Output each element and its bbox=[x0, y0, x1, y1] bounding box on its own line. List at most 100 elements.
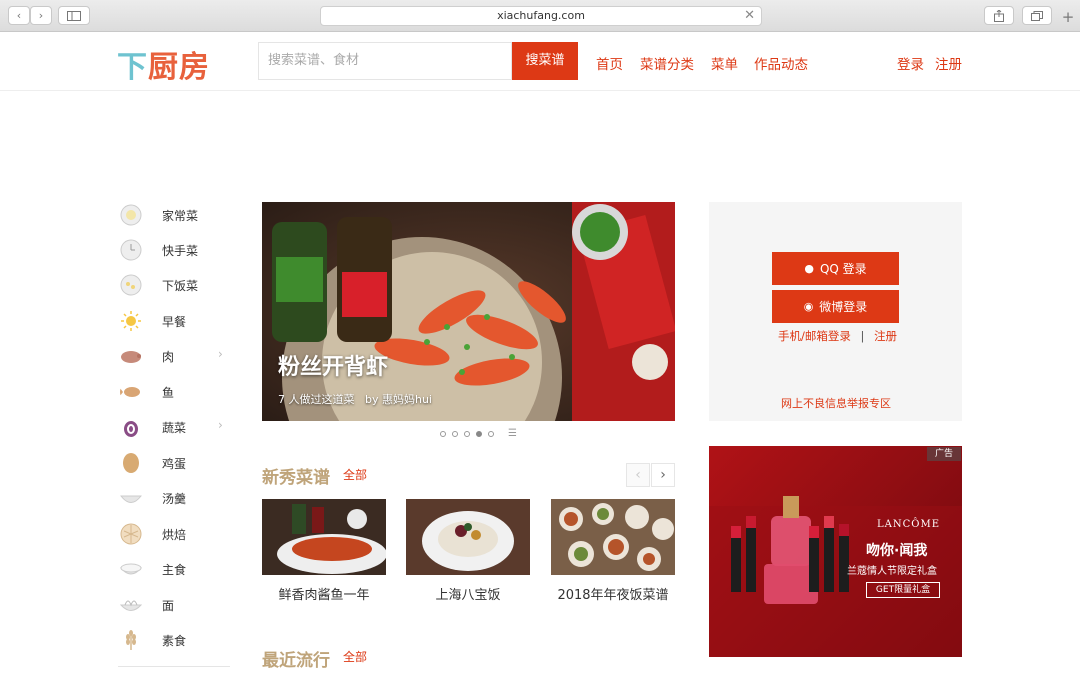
next-button[interactable]: › bbox=[651, 463, 675, 487]
nav-menus[interactable]: 菜单 bbox=[711, 53, 738, 73]
new-recipes-title: 新秀菜谱 bbox=[262, 468, 330, 488]
sidebar-item-label: 蔬菜 bbox=[162, 420, 187, 435]
pig-icon bbox=[121, 351, 141, 363]
soup-icon bbox=[120, 495, 142, 503]
list-icon[interactable]: ☰ bbox=[508, 428, 517, 439]
login-link[interactable]: 登录 bbox=[897, 53, 924, 73]
sidebar-item-eggs[interactable]: 鸡蛋 bbox=[120, 451, 230, 475]
sidebar-item-label: 汤羹 bbox=[162, 491, 187, 506]
sidebar-item-baking[interactable]: 烘焙 bbox=[120, 522, 230, 546]
sidebar-item-home-cooking[interactable]: 家常菜 bbox=[120, 203, 230, 227]
sidebar-item-label: 家常菜 bbox=[162, 208, 199, 223]
sidebar-item-label: 主食 bbox=[162, 562, 187, 577]
hero-banner[interactable] bbox=[262, 202, 675, 421]
sidebar-item-soup[interactable]: 汤羹 bbox=[120, 486, 230, 510]
share-button[interactable] bbox=[984, 6, 1014, 25]
sidebar-item-label: 早餐 bbox=[162, 314, 187, 329]
plate-icon bbox=[120, 204, 142, 226]
pie-icon bbox=[120, 523, 142, 545]
chevron-left-icon: ‹ bbox=[16, 9, 22, 22]
recipe-card-image[interactable] bbox=[551, 499, 675, 575]
hero-title[interactable]: 粉丝开背虾 bbox=[278, 349, 388, 381]
logo-char-3: 房 bbox=[179, 50, 210, 85]
qq-login-button[interactable]: ● QQ 登录 bbox=[772, 252, 899, 285]
forward-button[interactable]: › bbox=[30, 6, 52, 25]
search-input[interactable]: 搜索菜谱、食材 bbox=[258, 42, 512, 80]
ad-subline: 兰蔻情人节限定礼盒 bbox=[847, 566, 937, 577]
sidebar-item-quick[interactable]: 快手菜 bbox=[120, 238, 230, 262]
logo-char-1: 下 bbox=[117, 50, 148, 85]
sidebar-item-vegetables[interactable]: 蔬菜 › bbox=[120, 415, 230, 439]
new-recipes-all-link[interactable]: 全部 bbox=[343, 466, 367, 483]
phone-email-login-link[interactable]: 手机/邮箱登录 bbox=[778, 329, 851, 343]
sidebar-icon bbox=[67, 10, 81, 21]
nav-categories[interactable]: 菜谱分类 bbox=[640, 53, 694, 73]
egg-icon bbox=[123, 453, 139, 473]
sidebar-item-breakfast[interactable]: 早餐 bbox=[120, 309, 230, 333]
rice-icon bbox=[120, 563, 142, 575]
sidebar-divider bbox=[118, 666, 230, 667]
sidebar-item-noodles[interactable]: 面 bbox=[120, 593, 230, 617]
weibo-icon: ◉ bbox=[803, 300, 814, 313]
trending-title: 最近流行 bbox=[262, 651, 330, 671]
carousel-dot[interactable] bbox=[452, 430, 458, 437]
chevron-right-icon: › bbox=[218, 418, 223, 432]
tabs-icon bbox=[1031, 10, 1043, 21]
fish-icon bbox=[120, 387, 140, 397]
onion-icon bbox=[124, 421, 138, 437]
sidebar-item-label: 肉 bbox=[162, 349, 175, 364]
recipe-photo bbox=[406, 499, 530, 575]
panel-register-link[interactable]: 注册 bbox=[874, 329, 897, 343]
sidebar-item-label: 鱼 bbox=[162, 385, 175, 400]
hero-made-count: 7 人做过这道菜 bbox=[278, 393, 355, 406]
sidebar-item-fish[interactable]: 鱼 bbox=[120, 380, 230, 404]
back-button[interactable]: ‹ bbox=[8, 6, 30, 25]
report-link[interactable]: 网上不良信息举报专区 bbox=[781, 395, 891, 411]
sidebar-item-label: 鸡蛋 bbox=[162, 456, 187, 471]
prev-button[interactable]: ‹ bbox=[626, 463, 650, 487]
x-icon[interactable]: ✕ bbox=[744, 7, 755, 25]
clock-icon bbox=[120, 239, 142, 261]
sidebar-toggle-button[interactable] bbox=[58, 6, 90, 25]
recipe-photo bbox=[551, 499, 675, 575]
weibo-login-button[interactable]: ◉ 微博登录 bbox=[772, 290, 899, 323]
ad-cta-button[interactable]: GET限量礼盒 bbox=[866, 582, 940, 598]
carousel-dot-active[interactable] bbox=[476, 430, 482, 437]
sidebar-item-label: 素食 bbox=[162, 633, 187, 648]
sidebar-item-vegetarian[interactable]: 素食 bbox=[120, 628, 230, 652]
tabs-button[interactable] bbox=[1022, 6, 1052, 25]
recipe-card-image[interactable] bbox=[406, 499, 530, 575]
sidebar-item-label: 快手菜 bbox=[162, 243, 199, 258]
search-button[interactable]: 搜菜谱 bbox=[512, 42, 578, 80]
carousel-dot[interactable] bbox=[440, 430, 446, 437]
address-bar[interactable]: xiachufang.com ✕ bbox=[320, 6, 762, 26]
separator: | bbox=[860, 329, 865, 343]
sidebar-item-meat[interactable]: 肉 › bbox=[120, 344, 230, 368]
weibo-login-label: 微博登录 bbox=[819, 300, 868, 314]
hero-meta: 7 人做过这道菜 by 惠妈妈hui bbox=[278, 391, 432, 407]
recipe-card-title[interactable]: 鲜香肉酱鱼一年 bbox=[262, 584, 386, 603]
plus-icon: + bbox=[1061, 8, 1075, 26]
nav-home[interactable]: 首页 bbox=[596, 53, 623, 73]
recipe-card-title[interactable]: 2018年年夜饭菜谱 bbox=[551, 584, 675, 603]
trending-all-link[interactable]: 全部 bbox=[343, 648, 367, 665]
qq-icon: ● bbox=[804, 262, 814, 275]
sidebar-item-staples[interactable]: 主食 bbox=[120, 557, 230, 581]
new-tab-button[interactable]: + bbox=[1058, 7, 1078, 27]
recipe-card-title[interactable]: 上海八宝饭 bbox=[406, 584, 530, 603]
noodle-icon bbox=[120, 600, 142, 611]
sidebar-item-rice-dishes[interactable]: 下饭菜 bbox=[120, 273, 230, 297]
carousel-dot[interactable] bbox=[464, 430, 470, 437]
sidebar-item-label: 烘焙 bbox=[162, 527, 187, 542]
logo-char-2: 厨 bbox=[148, 50, 179, 85]
nav-activity[interactable]: 作品动态 bbox=[754, 53, 808, 73]
site-logo[interactable]: 下厨房 bbox=[117, 42, 210, 86]
register-link[interactable]: 注册 bbox=[935, 53, 962, 73]
wheat-icon bbox=[126, 630, 136, 650]
carousel-dot[interactable] bbox=[488, 430, 494, 437]
site-header: 下厨房 搜索菜谱、食材 搜菜谱 首页 菜谱分类 菜单 作品动态 登录 注册 bbox=[0, 32, 1080, 91]
hero-author[interactable]: by 惠妈妈hui bbox=[365, 393, 432, 406]
url-text: xiachufang.com bbox=[497, 9, 585, 22]
recipe-card-image[interactable] bbox=[262, 499, 386, 575]
chevron-right-icon: › bbox=[38, 9, 44, 22]
